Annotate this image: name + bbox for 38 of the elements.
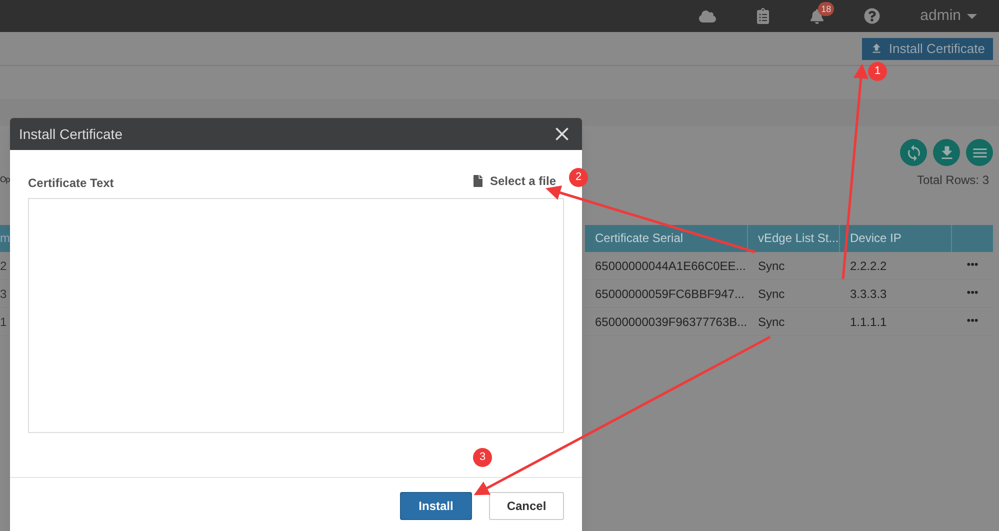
table-cell-text: 65000000039F96377763B... xyxy=(594,314,748,330)
certificate-text-field[interactable] xyxy=(28,198,564,433)
table-header-cell: Device IP xyxy=(840,225,952,252)
select-file-link[interactable]: Select a file xyxy=(472,172,556,190)
table-header-cell: Certificate Serial xyxy=(585,225,748,252)
table-cell-text: 3.3.3.3 xyxy=(849,286,888,302)
table-header-cell: vEdge List St... xyxy=(748,225,840,252)
refresh-button[interactable] xyxy=(900,139,927,166)
table-header-cell: m xyxy=(0,225,10,252)
table-cell-text: 1.1.1.1 xyxy=(849,314,888,330)
caret-icon xyxy=(967,14,977,18)
total-rows: Total Rows: 3 xyxy=(916,171,989,189)
install-certificate-button[interactable]: Install Certificate xyxy=(862,38,993,60)
help-icon[interactable] xyxy=(864,8,880,24)
install-button[interactable]: Install xyxy=(400,492,472,520)
row-actions[interactable]: ••• xyxy=(952,313,993,330)
cancel-button[interactable]: Cancel xyxy=(489,492,564,520)
table-cell-text: Sync xyxy=(757,258,786,274)
row-actions[interactable]: ••• xyxy=(952,257,993,274)
step-marker: 1 xyxy=(868,62,887,81)
user-menu[interactable]: admin xyxy=(920,4,977,28)
cloud-icon[interactable] xyxy=(699,8,716,24)
table-cell-text: 65000000044A1E66C0EE... xyxy=(594,258,747,274)
step-marker: 2 xyxy=(569,168,588,187)
clipboard-icon[interactable] xyxy=(756,8,770,24)
file-icon xyxy=(472,175,483,187)
table-cell-text: 2.2.2.2 xyxy=(849,258,888,274)
table-cell-text: Sync xyxy=(757,314,786,330)
menu-button[interactable] xyxy=(966,139,993,166)
filter-text: Op xyxy=(0,174,10,186)
upload-icon xyxy=(870,42,883,55)
row-actions[interactable]: ••• xyxy=(952,285,993,302)
notification-badge: 18 xyxy=(818,2,834,16)
field-label: Certificate Text xyxy=(28,175,114,192)
dialog-title: Install Certificate xyxy=(19,124,122,144)
table-cell-text: 65000000059FC6BBF947... xyxy=(594,286,746,302)
download-button[interactable] xyxy=(933,139,960,166)
table-cell-text: Sync xyxy=(757,286,786,302)
